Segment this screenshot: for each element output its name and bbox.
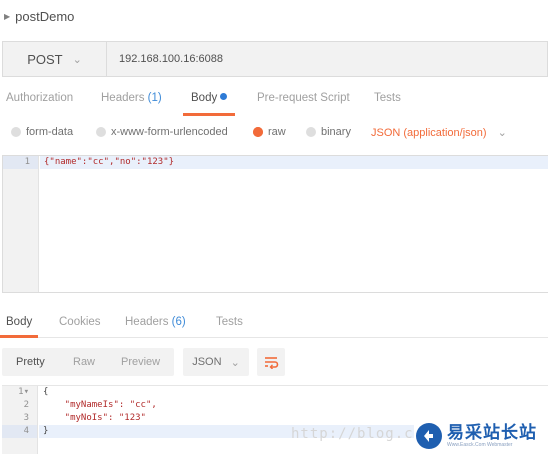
- logo-icon: [416, 423, 442, 449]
- request-title-row[interactable]: ▶ postDemo: [0, 0, 548, 32]
- response-tab-tests[interactable]: Tests: [216, 316, 243, 338]
- radio-binary[interactable]: binary: [306, 126, 351, 138]
- tab-authorization[interactable]: Authorization: [6, 86, 73, 116]
- line-number: 1▾: [18, 387, 29, 397]
- response-tab-body[interactable]: Body: [0, 316, 39, 338]
- body-type-options: form-data x-www-form-urlencoded raw bina…: [0, 122, 548, 144]
- radio-raw[interactable]: raw: [253, 126, 286, 138]
- format-dropdown[interactable]: JSON ⌄: [183, 348, 249, 376]
- tab-pre-request-script[interactable]: Pre-request Script: [257, 86, 350, 116]
- headers-count: (6): [171, 316, 186, 328]
- radio-label: raw: [268, 126, 286, 138]
- radio-selected-icon: [253, 127, 263, 137]
- content-type-dropdown[interactable]: JSON (application/json) ⌄: [371, 126, 507, 139]
- response-tab-cookies[interactable]: Cookies: [59, 316, 101, 338]
- tab-label: Headers: [125, 316, 169, 328]
- tab-label: Cookies: [59, 316, 101, 328]
- line-number-gutter: 1▾ 2 3 4: [2, 386, 38, 454]
- content-type-label: JSON (application/json): [371, 127, 487, 139]
- pretty-button[interactable]: Pretty: [16, 356, 45, 368]
- wrap-lines-button[interactable]: [257, 348, 285, 376]
- tab-headers[interactable]: Headers (1): [101, 86, 162, 116]
- request-body-editor[interactable]: 1 {"name":"cc","no":"123"}: [2, 155, 548, 293]
- radio-form-data[interactable]: form-data: [11, 126, 73, 138]
- radio-label: binary: [321, 126, 351, 138]
- radio-icon: [306, 127, 316, 137]
- modified-dot-icon: [220, 93, 228, 100]
- tab-label: Body: [6, 316, 33, 328]
- request-name: postDemo: [15, 8, 75, 24]
- radio-label: form-data: [26, 126, 74, 138]
- wrap-lines-icon: [265, 357, 279, 369]
- response-tabs: Body Cookies Headers (6) Tests: [0, 310, 548, 338]
- tab-label: Authorization: [6, 92, 74, 104]
- chevron-down-icon: ⌄: [72, 53, 82, 66]
- view-mode-segmented-control: Pretty Raw Preview: [2, 348, 174, 376]
- tab-tests[interactable]: Tests: [374, 86, 401, 116]
- response-toolbar: Pretty Raw Preview JSON ⌄: [2, 348, 548, 376]
- radio-urlencoded[interactable]: x-www-form-urlencoded: [96, 126, 228, 138]
- line-number: 1: [3, 156, 38, 169]
- tab-body[interactable]: Body: [182, 86, 236, 116]
- radio-icon: [11, 127, 21, 137]
- request-tabs: Authorization Headers (1) Body Pre-reque…: [0, 86, 548, 116]
- line-number-gutter: 1: [3, 156, 39, 292]
- tab-label: Headers: [101, 92, 145, 104]
- chevron-down-icon: ⌄: [230, 356, 240, 369]
- fold-arrow-icon[interactable]: ▾: [24, 387, 29, 397]
- url-input[interactable]: [107, 42, 547, 76]
- line-number: 4: [2, 425, 37, 438]
- chevron-down-icon: ⌄: [497, 127, 507, 139]
- response-tab-headers[interactable]: Headers (6): [125, 316, 186, 338]
- tab-label: Pre-request Script: [257, 92, 350, 104]
- radio-label: x-www-form-urlencoded: [111, 126, 228, 138]
- format-label: JSON: [192, 356, 222, 368]
- code-line: {"name":"cc","no":"123"}: [40, 156, 548, 169]
- watermark-url: http://blog.c: [291, 426, 414, 442]
- line-number: 3: [23, 413, 29, 423]
- logo-main-text: 易采站长站: [447, 422, 537, 443]
- url-bar: POST ⌄: [2, 41, 548, 77]
- tab-label: Tests: [216, 316, 243, 328]
- headers-count: (1): [147, 92, 162, 104]
- tab-label: Body: [191, 92, 218, 104]
- logo-text: 易采站长站 Www.Easck.Com Webmaster: [447, 424, 537, 449]
- code-area[interactable]: {"name":"cc","no":"123"}: [40, 156, 548, 169]
- code-line: {: [43, 387, 49, 397]
- collapse-caret-icon[interactable]: ▶: [4, 12, 10, 21]
- method-dropdown[interactable]: POST ⌄: [3, 42, 107, 76]
- method-label: POST: [27, 51, 63, 67]
- tab-label: Tests: [374, 92, 401, 104]
- code-text: {"name":"cc","no":"123"}: [44, 157, 175, 167]
- logo-sub-text: Www.Easck.Com Webmaster: [447, 441, 513, 448]
- code-line: "myNameIs": "cc",: [43, 400, 157, 410]
- line-number: 2: [23, 400, 29, 410]
- watermark-logo: 易采站长站 Www.Easck.Com Webmaster: [414, 418, 548, 454]
- preview-button[interactable]: Preview: [121, 356, 160, 368]
- radio-icon: [96, 127, 106, 137]
- raw-button[interactable]: Raw: [73, 356, 95, 368]
